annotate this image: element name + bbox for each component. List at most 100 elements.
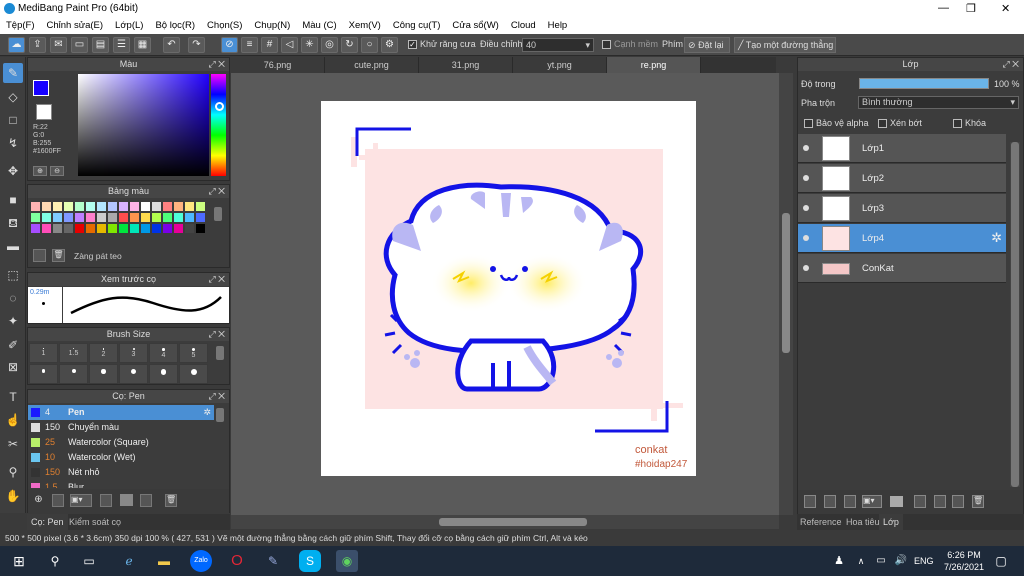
eye-icon[interactable] <box>803 145 809 151</box>
new-file-icon[interactable]: ▭ <box>71 37 88 53</box>
correction-tool-icon[interactable]: ↯ <box>3 133 23 153</box>
layer-item-conkat[interactable]: ConKat <box>798 254 1006 283</box>
palette-swatch[interactable] <box>64 224 73 233</box>
menu-filter[interactable]: Bộ lọc(R) <box>155 20 195 31</box>
task-view-icon[interactable]: ▭ <box>78 550 100 572</box>
add-color-icon[interactable]: ⊕ <box>33 166 47 176</box>
layer-menu-icon[interactable]: ▣▾ <box>862 495 882 508</box>
brush-item-fine[interactable]: 150 Nét nhỏ <box>28 465 214 480</box>
brush-item-blur[interactable]: 1.5 Blur <box>28 480 214 488</box>
new-palette-icon[interactable] <box>33 249 46 262</box>
import-brush-icon[interactable] <box>100 494 112 507</box>
grid-icon[interactable]: ▦ <box>134 37 151 53</box>
palette-swatch[interactable] <box>174 213 183 222</box>
select-pen-icon[interactable]: ✐ <box>3 335 23 355</box>
palette-swatch[interactable] <box>141 213 150 222</box>
menu-tools[interactable]: Công cụ(T) <box>393 20 441 31</box>
brush-size-cell[interactable]: 5 <box>179 343 208 363</box>
network-icon[interactable]: ▭ <box>870 550 892 572</box>
gear-icon[interactable]: ✲ <box>203 405 211 420</box>
snap-ellipse-icon[interactable]: ○ <box>361 37 378 53</box>
new-8bit-layer-icon[interactable] <box>844 495 856 508</box>
eye-icon[interactable] <box>803 175 809 181</box>
tab-31[interactable]: 31.png <box>419 57 513 73</box>
fill-tool-icon[interactable]: ⛾ <box>3 213 23 233</box>
close-icon[interactable]: ⤢ ✕ <box>208 58 225 71</box>
palette-swatch[interactable] <box>174 224 183 233</box>
brush-size-cell[interactable]: 1 <box>29 343 58 363</box>
layer-item-lop2[interactable]: Lớp2 <box>798 164 1006 193</box>
secondary-color-swatch[interactable] <box>36 104 52 120</box>
eyedropper-icon[interactable]: ⚲ <box>3 462 23 482</box>
paint-icon[interactable]: ✎ <box>262 550 284 572</box>
menu-capture[interactable]: Chụp(N) <box>254 20 290 31</box>
palette-swatch[interactable] <box>75 202 84 211</box>
search-icon[interactable]: ⚲ <box>44 550 66 572</box>
close-icon[interactable]: ⤢ ✕ <box>208 390 225 403</box>
protect-alpha-checkbox[interactable]: Bảo vệ alpha <box>804 118 869 129</box>
edge-icon[interactable]: ℯ <box>118 550 140 572</box>
menu-select[interactable]: Chọn(S) <box>207 20 242 31</box>
palette-swatch[interactable] <box>196 213 205 222</box>
palette-swatch[interactable] <box>75 224 84 233</box>
brush-tool-icon[interactable]: ✎ <box>3 63 23 83</box>
upload-icon[interactable]: ⇪ <box>29 37 46 53</box>
menu-layer[interactable]: Lớp(L) <box>115 20 143 31</box>
snap-cross-icon[interactable]: # <box>261 37 278 53</box>
clipping-checkbox[interactable]: Xén bớt <box>878 118 922 129</box>
snap-settings-icon[interactable]: ⚙ <box>381 37 398 53</box>
layer-item-lop4[interactable]: Lớp4 ✲ <box>798 224 1006 253</box>
tab-yt[interactable]: yt.png <box>513 57 607 73</box>
people-icon[interactable]: ♟ <box>828 550 850 572</box>
trash-icon[interactable]: 🗑 <box>52 249 65 262</box>
magic-wand-icon[interactable]: ✦ <box>3 311 23 331</box>
snap-parallel-icon[interactable]: ≡ <box>241 37 258 53</box>
adjust-select[interactable]: 40 ▾ <box>522 38 594 52</box>
folder-icon[interactable] <box>890 496 903 507</box>
palette-swatch[interactable] <box>163 202 172 211</box>
tray-chevron-icon[interactable]: ∧ <box>850 550 872 572</box>
palette-swatch[interactable] <box>108 202 117 211</box>
menu-window[interactable]: Cửa sổ(W) <box>452 20 498 31</box>
palette-swatch[interactable] <box>130 213 139 222</box>
hue-handle[interactable] <box>215 102 224 111</box>
operation-tool-icon[interactable]: ☝ <box>3 410 23 430</box>
palette-swatch[interactable] <box>53 213 62 222</box>
tab-reference[interactable]: Reference <box>797 514 845 530</box>
windows-start-icon[interactable]: ⊞ <box>8 550 30 572</box>
tab-cute[interactable]: cute.png <box>325 57 419 73</box>
palette-swatch[interactable] <box>31 224 40 233</box>
brush-size-cell[interactable]: 3 <box>119 343 148 363</box>
snap-vanish-icon[interactable]: ◁ <box>281 37 298 53</box>
trash-icon[interactable]: 🗑 <box>972 495 984 508</box>
brush-size-cell[interactable] <box>149 364 178 384</box>
palette-swatch[interactable] <box>141 224 150 233</box>
minimize-icon[interactable]: — <box>938 2 949 14</box>
brush-size-cell[interactable] <box>59 364 88 384</box>
brush-size-cell[interactable]: 2 <box>89 343 118 363</box>
palette-swatch[interactable] <box>185 213 194 222</box>
palette-swatch[interactable] <box>53 224 62 233</box>
brush-size-grid[interactable]: 1 1.5 2 3 4 5 <box>28 342 213 386</box>
menu-edit[interactable]: Chỉnh sửa(E) <box>47 20 104 31</box>
lock-checkbox[interactable]: Khóa <box>953 118 986 129</box>
menu-cloud[interactable]: Cloud <box>511 20 536 31</box>
vertical-scrollbar[interactable] <box>779 73 793 515</box>
snap-circle-icon[interactable]: ◎ <box>321 37 338 53</box>
snap-radial-icon[interactable]: ✳ <box>301 37 318 53</box>
palette-swatch[interactable] <box>75 213 84 222</box>
rect-tool-icon[interactable]: ■ <box>3 190 23 210</box>
palette-swatch[interactable] <box>97 224 106 233</box>
snap-off-icon[interactable]: ⊘ <box>221 37 238 53</box>
chat-icon[interactable]: ✉ <box>50 37 67 53</box>
antialias-checkbox[interactable]: ✓ Khử răng cưa <box>408 39 476 50</box>
menu-file[interactable]: Tệp(F) <box>6 20 35 31</box>
tab-76[interactable]: 76.png <box>231 57 325 73</box>
layer-item-lop1[interactable]: Lớp1 <box>798 134 1006 163</box>
palette-swatch[interactable] <box>196 202 205 211</box>
merge-layer-icon[interactable] <box>934 495 946 508</box>
move-tool-icon[interactable]: ✥ <box>3 161 23 181</box>
brush-size-cell[interactable] <box>89 364 118 384</box>
palette-swatch[interactable] <box>31 213 40 222</box>
create-line-button[interactable]: ╱ Tạo một đường thẳng <box>734 37 836 53</box>
